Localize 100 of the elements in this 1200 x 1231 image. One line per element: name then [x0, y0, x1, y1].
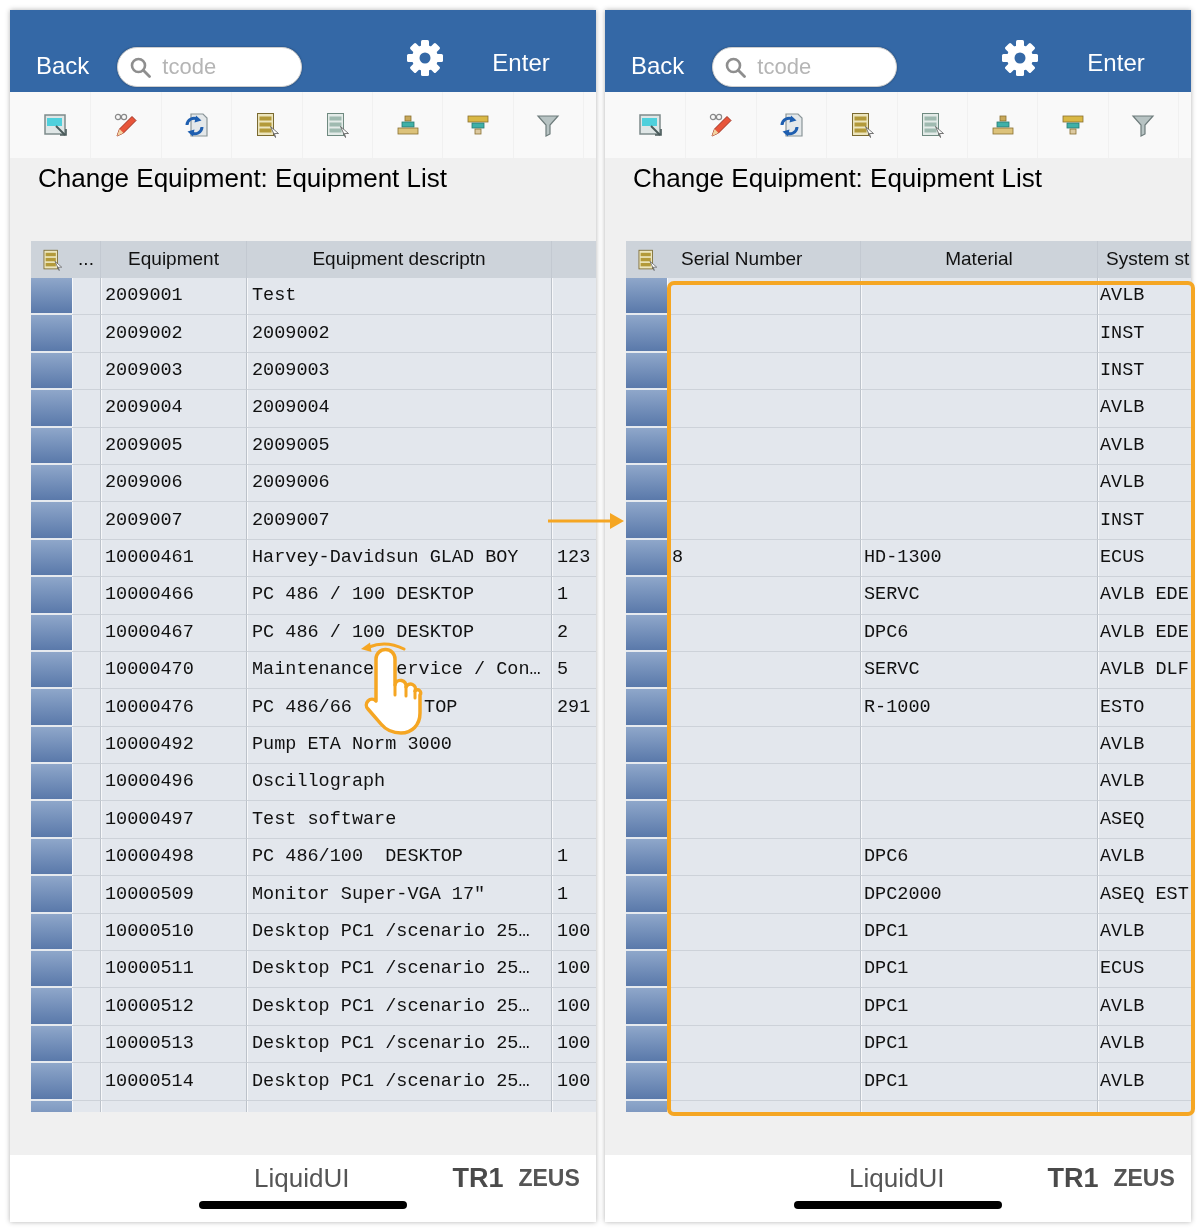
row-selector[interactable] [31, 539, 72, 578]
server-label: ZEUS [1113, 1164, 1175, 1193]
enter-button[interactable]: Enter [492, 49, 550, 77]
table-cell: 10000514 [101, 1063, 247, 1101]
row-selector[interactable] [626, 951, 667, 989]
row-selector[interactable] [626, 876, 667, 914]
table-cell: AVLB [1098, 726, 1191, 765]
back-button[interactable]: Back [631, 52, 685, 80]
sort-ascending-icon[interactable] [394, 112, 421, 138]
page-title: Change Equipment: Equipment List [633, 163, 1044, 193]
search-field[interactable]: tcode [712, 47, 898, 87]
table-cell: 10000496 [101, 764, 247, 802]
row-selector[interactable] [626, 502, 667, 540]
filter-icon[interactable] [535, 112, 562, 138]
row-selector[interactable] [626, 1025, 667, 1064]
table-cell [72, 801, 101, 839]
table-cell: Desktop PC1 /scenario 25… [247, 913, 552, 952]
document-list-icon[interactable] [919, 112, 946, 138]
table-cell: 100 [552, 951, 596, 989]
server-label: ZEUS [518, 1164, 580, 1193]
row-selector[interactable] [31, 315, 72, 353]
table-cell [72, 764, 101, 802]
row-selector[interactable] [626, 764, 667, 802]
settings-icon[interactable] [406, 39, 445, 77]
row-selector[interactable] [626, 651, 667, 690]
document-list-icon[interactable] [324, 112, 351, 138]
settings-icon[interactable] [1001, 39, 1040, 77]
row-selector[interactable] [626, 352, 667, 391]
table-cell [72, 427, 101, 465]
row-selector[interactable] [31, 951, 72, 989]
refresh-icon[interactable] [778, 112, 805, 138]
table-cell: DPC1 [861, 913, 1098, 952]
table-cell: 100 [552, 1025, 596, 1064]
table-cell: 10000497 [101, 801, 247, 839]
row-selector[interactable] [31, 689, 72, 727]
table-cell: 2009001 [101, 278, 247, 316]
row-selector[interactable] [626, 838, 667, 877]
table-cell [72, 502, 101, 540]
list-icon[interactable] [40, 248, 63, 271]
table-cell: ASEQ [1098, 801, 1191, 839]
table-cell: R-1000 [861, 689, 1098, 727]
column-header[interactable]: System st [1098, 241, 1191, 278]
row-selector[interactable] [626, 577, 667, 615]
row-selector[interactable] [31, 913, 72, 952]
row-selector[interactable] [31, 427, 72, 465]
filter-icon[interactable] [1130, 112, 1157, 138]
row-selector[interactable] [31, 764, 72, 802]
row-selector[interactable] [626, 539, 667, 578]
enter-button[interactable]: Enter [1087, 49, 1145, 77]
row-selector[interactable] [31, 352, 72, 391]
row-selector[interactable] [626, 689, 667, 727]
table-cell: 10000492 [101, 726, 247, 765]
row-selector[interactable] [626, 614, 667, 652]
row-selector[interactable] [31, 502, 72, 540]
table-cell: DPC2000 [861, 876, 1098, 914]
row-selector[interactable] [31, 988, 72, 1026]
row-selector[interactable] [31, 726, 72, 765]
row-selector[interactable] [626, 1063, 667, 1101]
row-selector[interactable] [31, 1025, 72, 1064]
page-title: Change Equipment: Equipment List [38, 163, 449, 193]
table-cell: Desktop PC1 /scenario 25… [247, 1025, 552, 1064]
row-selector[interactable] [31, 876, 72, 914]
sort-descending-icon[interactable] [465, 112, 492, 138]
table-cell: Test software [247, 801, 552, 839]
row-selector[interactable] [626, 726, 667, 765]
row-selector[interactable] [626, 464, 667, 503]
row-selector[interactable] [31, 801, 72, 839]
table-cell [72, 689, 101, 727]
row-selector[interactable] [31, 390, 72, 428]
row-selector[interactable] [626, 988, 667, 1026]
back-button[interactable]: Back [36, 52, 90, 80]
row-selector[interactable] [31, 838, 72, 877]
pencil-icon[interactable] [113, 112, 140, 138]
row-selector[interactable] [626, 801, 667, 839]
row-selector[interactable] [626, 913, 667, 952]
table-cell: 1 [552, 838, 596, 877]
row-selector[interactable] [31, 577, 72, 615]
sort-ascending-icon[interactable] [989, 112, 1016, 138]
table-cell [72, 464, 101, 503]
pencil-icon[interactable] [708, 112, 735, 138]
row-selector[interactable] [626, 390, 667, 428]
row-selector[interactable] [626, 315, 667, 353]
row-selector[interactable] [31, 614, 72, 652]
search-icon [130, 56, 152, 78]
table-cell: 10000461 [101, 539, 247, 578]
row-selector[interactable] [31, 651, 72, 690]
row-selector[interactable] [31, 464, 72, 503]
app-name-label: LiquidUI [849, 1163, 945, 1193]
sort-descending-icon[interactable] [1060, 112, 1087, 138]
screen-icon[interactable] [42, 112, 69, 138]
table-cell: DPC1 [861, 1025, 1098, 1064]
table-cell: 10000513 [101, 1025, 247, 1064]
row-selector[interactable] [626, 427, 667, 465]
refresh-icon[interactable] [183, 112, 210, 138]
screen-icon[interactable] [637, 112, 664, 138]
row-selector[interactable] [626, 278, 667, 316]
row-selector[interactable] [31, 1063, 72, 1101]
search-field[interactable]: tcode [117, 47, 303, 87]
list-icon[interactable] [635, 248, 658, 271]
row-selector[interactable] [31, 278, 72, 316]
